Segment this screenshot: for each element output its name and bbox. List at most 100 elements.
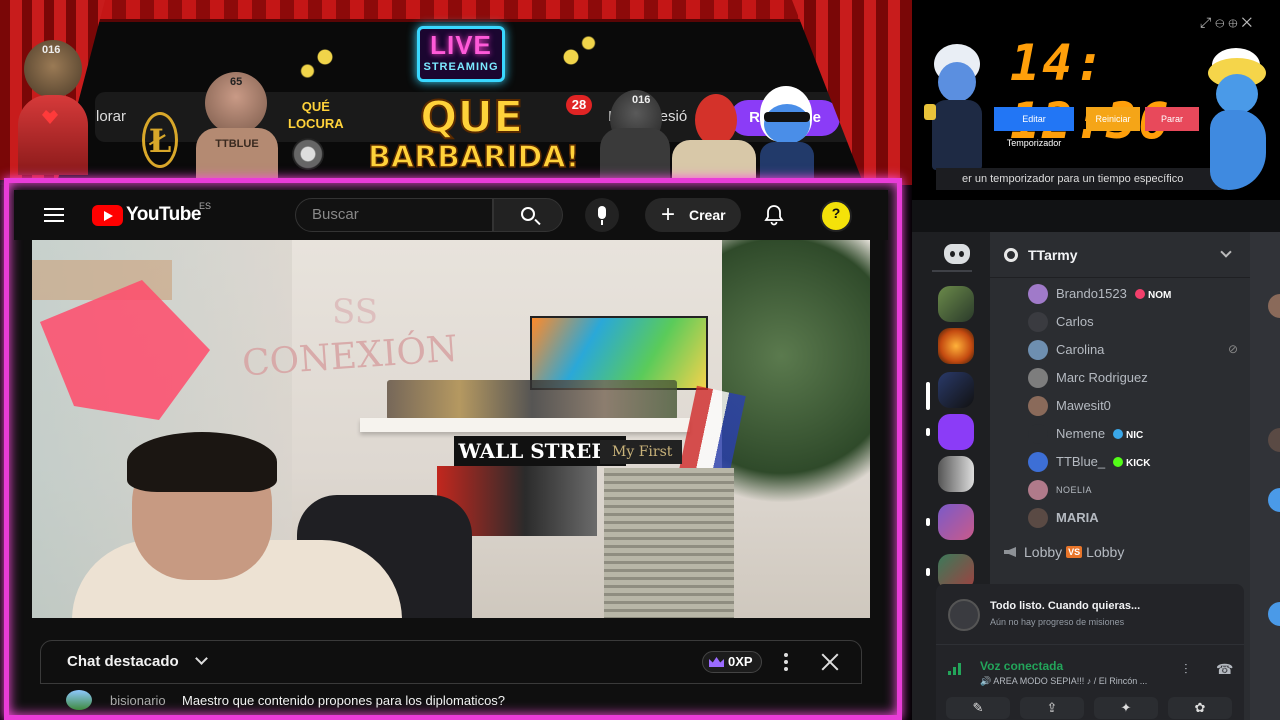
platform-tag: NOM xyxy=(1148,290,1172,301)
headline-barbarida: BARBARIDA! xyxy=(367,139,580,176)
member-avatar xyxy=(1028,452,1048,472)
live-streaming-sign: LIVE STREAMING xyxy=(417,26,505,82)
member-name: Mawesit0 xyxy=(1056,398,1111,413)
member-row[interactable]: Marc Rodriguez xyxy=(1028,366,1248,390)
signal-icon[interactable] xyxy=(948,661,964,675)
chat-strip-avatar xyxy=(1268,602,1280,626)
lobby-channel[interactable]: Lobby VS Lobby xyxy=(1004,544,1124,560)
plus-icon: + xyxy=(661,201,676,228)
create-label: Crear xyxy=(689,207,726,223)
timer-widget: ⤢⊖⊕✕ 14: 12:36 Editar Temporizador Reini… xyxy=(912,0,1280,200)
smurf-face xyxy=(764,104,810,144)
stop-timer-button[interactable]: Parar xyxy=(1145,107,1199,131)
member-name: MARIA xyxy=(1056,510,1099,525)
right-panel: ⤢⊖⊕✕ 14: 12:36 Editar Temporizador Reini… xyxy=(912,0,1280,720)
member-row[interactable]: TTBlue_ KICK xyxy=(1028,450,1248,474)
vs-badge: VS xyxy=(1066,546,1083,558)
member-row[interactable]: Brando1523 NOM xyxy=(1028,282,1248,306)
member-avatar xyxy=(1028,340,1048,360)
member-row[interactable]: Carolina ⊘ xyxy=(1028,338,1248,362)
search-input[interactable]: Buscar xyxy=(295,198,493,232)
featured-chat-bar: Chat destacado 0XP xyxy=(40,640,862,684)
account-avatar[interactable] xyxy=(820,200,852,232)
red-alien-character xyxy=(695,94,737,146)
chat-strip-avatar xyxy=(1268,428,1280,452)
member-platform-badge: NOM xyxy=(1135,289,1171,301)
chat-username[interactable]: bisionario xyxy=(110,693,166,708)
screen-share-button[interactable]: ⇪ xyxy=(1020,697,1084,719)
server-icon-4[interactable] xyxy=(938,414,974,450)
robot-label: 016 xyxy=(632,94,651,106)
rail-unread-dot xyxy=(926,428,930,436)
member-platform-badge: NIC xyxy=(1113,429,1143,441)
member-row[interactable]: NOELIA xyxy=(1028,478,1248,502)
server-header[interactable]: TTarmy xyxy=(990,232,1250,278)
server-icon-1[interactable] xyxy=(938,286,974,322)
search-icon xyxy=(521,207,535,221)
hamburger-icon[interactable] xyxy=(44,208,64,222)
voice-status[interactable]: Voz conectada xyxy=(980,659,1063,673)
disconnect-icon[interactable]: ☎ xyxy=(1216,661,1233,678)
timer-hint-text: er un temporizador para un tiempo especí… xyxy=(936,168,1226,190)
chat-title[interactable]: Chat destacado xyxy=(67,653,179,670)
video-graffiti-painting xyxy=(530,316,708,390)
xp-value: 0XP xyxy=(728,654,753,669)
headline-que: QUE xyxy=(419,91,524,144)
soundboard-button[interactable]: ✿ xyxy=(1168,697,1232,719)
server-icon-5[interactable] xyxy=(938,504,974,540)
bell-icon[interactable] xyxy=(764,204,784,226)
member-platform-badge: KICK xyxy=(1113,457,1150,469)
chat-strip-avatar xyxy=(1268,294,1280,318)
quest-card[interactable]: Todo listo. Cuando quieras... Aún no hay… xyxy=(936,584,1244,644)
video-person-hair xyxy=(127,432,277,492)
lobby-right: Lobby xyxy=(1086,544,1125,560)
video-money-stack xyxy=(604,468,734,618)
video-player[interactable]: SS CONEXIÓN WALL STREET My First xyxy=(32,240,870,618)
server-icon-3[interactable] xyxy=(938,372,974,408)
discord-logo-icon[interactable] xyxy=(944,244,970,264)
youtube-logo[interactable]: YouTube xyxy=(92,204,201,226)
platform-tag: NIC xyxy=(1126,430,1144,441)
cat-label: 016 xyxy=(42,44,61,56)
member-row[interactable]: MARIA xyxy=(1028,506,1248,530)
screen: lorar Iniciar sesió Rese 28 016 65 TTBLU… xyxy=(0,0,1280,720)
member-avatar xyxy=(1028,396,1048,416)
discord-chat-strip xyxy=(1250,232,1280,720)
server-icon-2[interactable] xyxy=(938,328,974,364)
voice-channel-name[interactable]: 🔊 AREA MODO SEPIA!!! ♪ / El Rincón ... xyxy=(980,676,1147,687)
xp-pill[interactable]: 0XP xyxy=(702,651,762,673)
voice-connection-panel: Voz conectada 🔊 AREA MODO SEPIA!!! ♪ / E… xyxy=(936,644,1244,720)
member-avatar xyxy=(1028,312,1048,332)
edit-timer-button[interactable]: Editar Temporizador xyxy=(994,107,1074,148)
close-icon[interactable] xyxy=(819,651,841,673)
member-row[interactable]: Nemene NIC xyxy=(1028,422,1248,446)
member-row[interactable]: Carlos xyxy=(1028,310,1248,334)
lobby-left: Lobby xyxy=(1024,544,1063,560)
gold-sparkle-left xyxy=(290,22,360,92)
camera-off-button[interactable]: ✎ xyxy=(946,697,1010,719)
server-name: TTarmy xyxy=(1028,247,1078,263)
stream-overlay-top: lorar Iniciar sesió Rese 28 016 65 TTBLU… xyxy=(0,0,912,185)
chat-user-avatar xyxy=(66,690,92,710)
activities-button[interactable]: ✦ xyxy=(1094,697,1158,719)
member-avatar xyxy=(1028,284,1048,304)
platform-icon xyxy=(1113,457,1123,467)
create-button[interactable]: + Crear xyxy=(645,198,741,232)
member-name: Brando1523 xyxy=(1056,286,1127,301)
video-my-first-sign: My First xyxy=(600,440,682,464)
speaker-icon xyxy=(1004,547,1016,557)
reset-timer-button[interactable]: Reiniciar xyxy=(1086,107,1140,131)
channel-logo-icon: Ł xyxy=(142,112,178,168)
crown-icon xyxy=(709,657,724,667)
chevron-down-icon[interactable] xyxy=(195,652,208,665)
timer-toolbar-icons[interactable]: ⤢⊖⊕✕ xyxy=(1200,14,1256,31)
search-button[interactable] xyxy=(493,198,563,232)
noise-suppression-icon[interactable]: ⫶ xyxy=(1184,661,1188,678)
member-name: Carolina xyxy=(1056,342,1105,357)
video-wall-text-ss: SS xyxy=(332,292,378,332)
mic-icon[interactable] xyxy=(585,198,619,232)
member-row[interactable]: Mawesit0 xyxy=(1028,394,1248,418)
member-name: NOELIA xyxy=(1056,485,1093,495)
server-folder-icon[interactable] xyxy=(938,456,974,492)
more-options-icon[interactable] xyxy=(783,653,789,673)
